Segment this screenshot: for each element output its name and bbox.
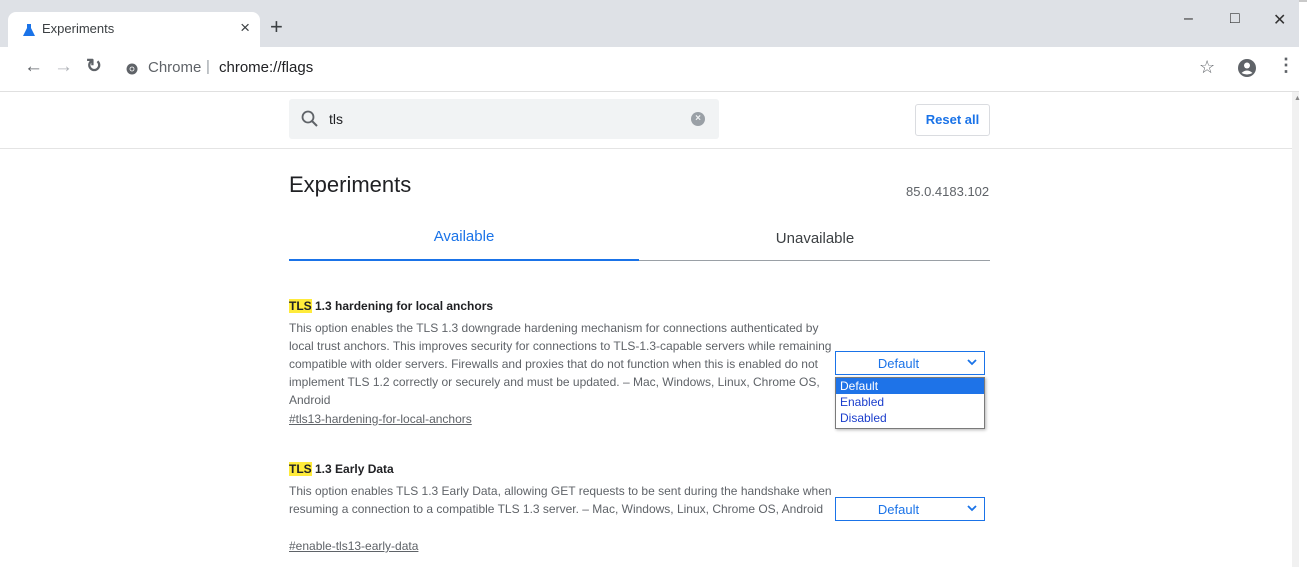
reset-all-button[interactable]: Reset all [915,104,990,136]
experiment-link[interactable]: #tls13-hardening-for-local-anchors [289,412,472,426]
chevron-down-icon [967,505,977,512]
active-tab-indicator [289,259,639,261]
close-tab-icon[interactable]: × [240,18,250,38]
tab-unavailable[interactable]: Unavailable [640,230,990,247]
flags-page: tls × Reset all Experiments 85.0.4183.10… [0,92,1292,567]
header-divider [0,148,1292,149]
experiment-select[interactable]: Default [835,351,985,375]
browser-toolbar: ← → ↻ Chrome | chrome://flags ☆ ⋮ [0,47,1299,92]
tab-strip: Experiments × + – □ ✕ [0,0,1299,47]
select-value: Default [877,356,920,371]
chrome-icon [126,63,138,75]
url-text[interactable]: chrome://flags [219,59,313,76]
search-input[interactable]: tls [329,111,343,127]
experiment-select[interactable]: Default [835,497,985,521]
chevron-down-icon [967,359,977,366]
url-origin: Chrome [148,59,202,76]
search-highlight: TLS [289,299,312,313]
browser-tab[interactable]: Experiments × [8,12,260,47]
experiment-description: This option enables the TLS 1.3 downgrad… [289,321,832,407]
reload-icon[interactable]: ↻ [86,57,102,77]
tab-available[interactable]: Available [289,228,639,245]
option-enabled[interactable]: Enabled [836,394,984,410]
experiment-link[interactable]: #enable-tls13-early-data [289,539,418,553]
experiment-title: TLS 1.3 Early Data [289,462,394,476]
minimize-button[interactable]: – [1184,10,1193,28]
clear-search-icon[interactable]: × [691,112,705,126]
search-icon [301,110,318,127]
tab-title: Experiments [42,21,115,36]
scrollbar[interactable] [1292,92,1299,567]
select-dropdown[interactable]: Default Enabled Disabled [835,377,985,429]
experiment-description: This option enables TLS 1.3 Early Data, … [289,484,832,516]
search-highlight: TLS [289,462,312,476]
experiment-title: TLS 1.3 hardening for local anchors [289,299,493,313]
flask-icon [23,24,35,36]
option-disabled[interactable]: Disabled [836,410,984,426]
back-arrow-icon[interactable]: ← [24,57,43,77]
select-value: Default [877,502,920,517]
search-field[interactable]: tls × [289,99,719,139]
experiment-title-text: 1.3 Early Data [311,462,394,476]
version-label: 85.0.4183.102 [906,184,990,199]
url-separator: | [206,58,210,75]
forward-arrow-icon[interactable]: → [54,57,73,77]
profile-icon[interactable] [1237,58,1257,78]
bookmark-star-icon[interactable]: ☆ [1199,57,1215,78]
new-tab-button[interactable]: + [270,16,283,38]
scroll-up-icon[interactable]: ▲ [1294,95,1301,102]
option-default[interactable]: Default [836,378,984,394]
address-bar[interactable]: Chrome | chrome://flags [120,54,1190,84]
page-title: Experiments [289,172,412,197]
experiment-title-text: 1.3 hardening for local anchors [311,299,494,313]
maximize-button[interactable]: □ [1230,10,1240,28]
menu-icon[interactable]: ⋮ [1277,55,1295,76]
close-window-button[interactable]: ✕ [1273,10,1286,30]
